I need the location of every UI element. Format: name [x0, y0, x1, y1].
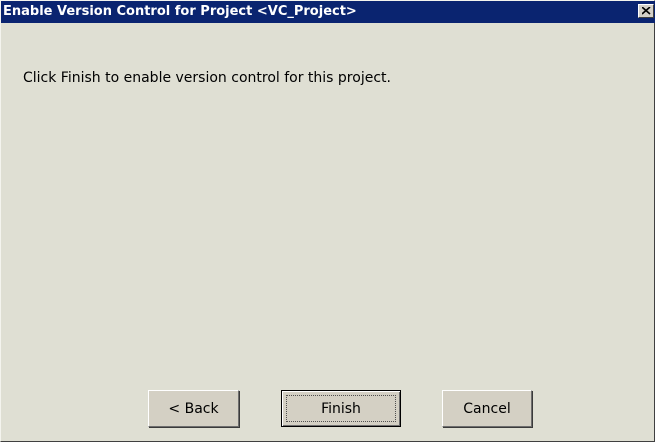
finish-button[interactable]: Finish: [281, 390, 401, 427]
cancel-button[interactable]: Cancel: [442, 390, 532, 427]
cancel-button-label: Cancel: [463, 400, 511, 417]
close-button[interactable]: [638, 4, 654, 18]
back-button-label: < Back: [168, 400, 219, 417]
back-button[interactable]: < Back: [148, 390, 239, 427]
instruction-text: Click Finish to enable version control f…: [23, 70, 391, 86]
dialog-window: Enable Version Control for Project <VC_P…: [0, 0, 655, 442]
close-icon: [642, 7, 651, 15]
finish-button-label: Finish: [321, 400, 361, 417]
title-bar[interactable]: Enable Version Control for Project <VC_P…: [1, 1, 655, 23]
window-title: Enable Version Control for Project <VC_P…: [3, 4, 357, 19]
